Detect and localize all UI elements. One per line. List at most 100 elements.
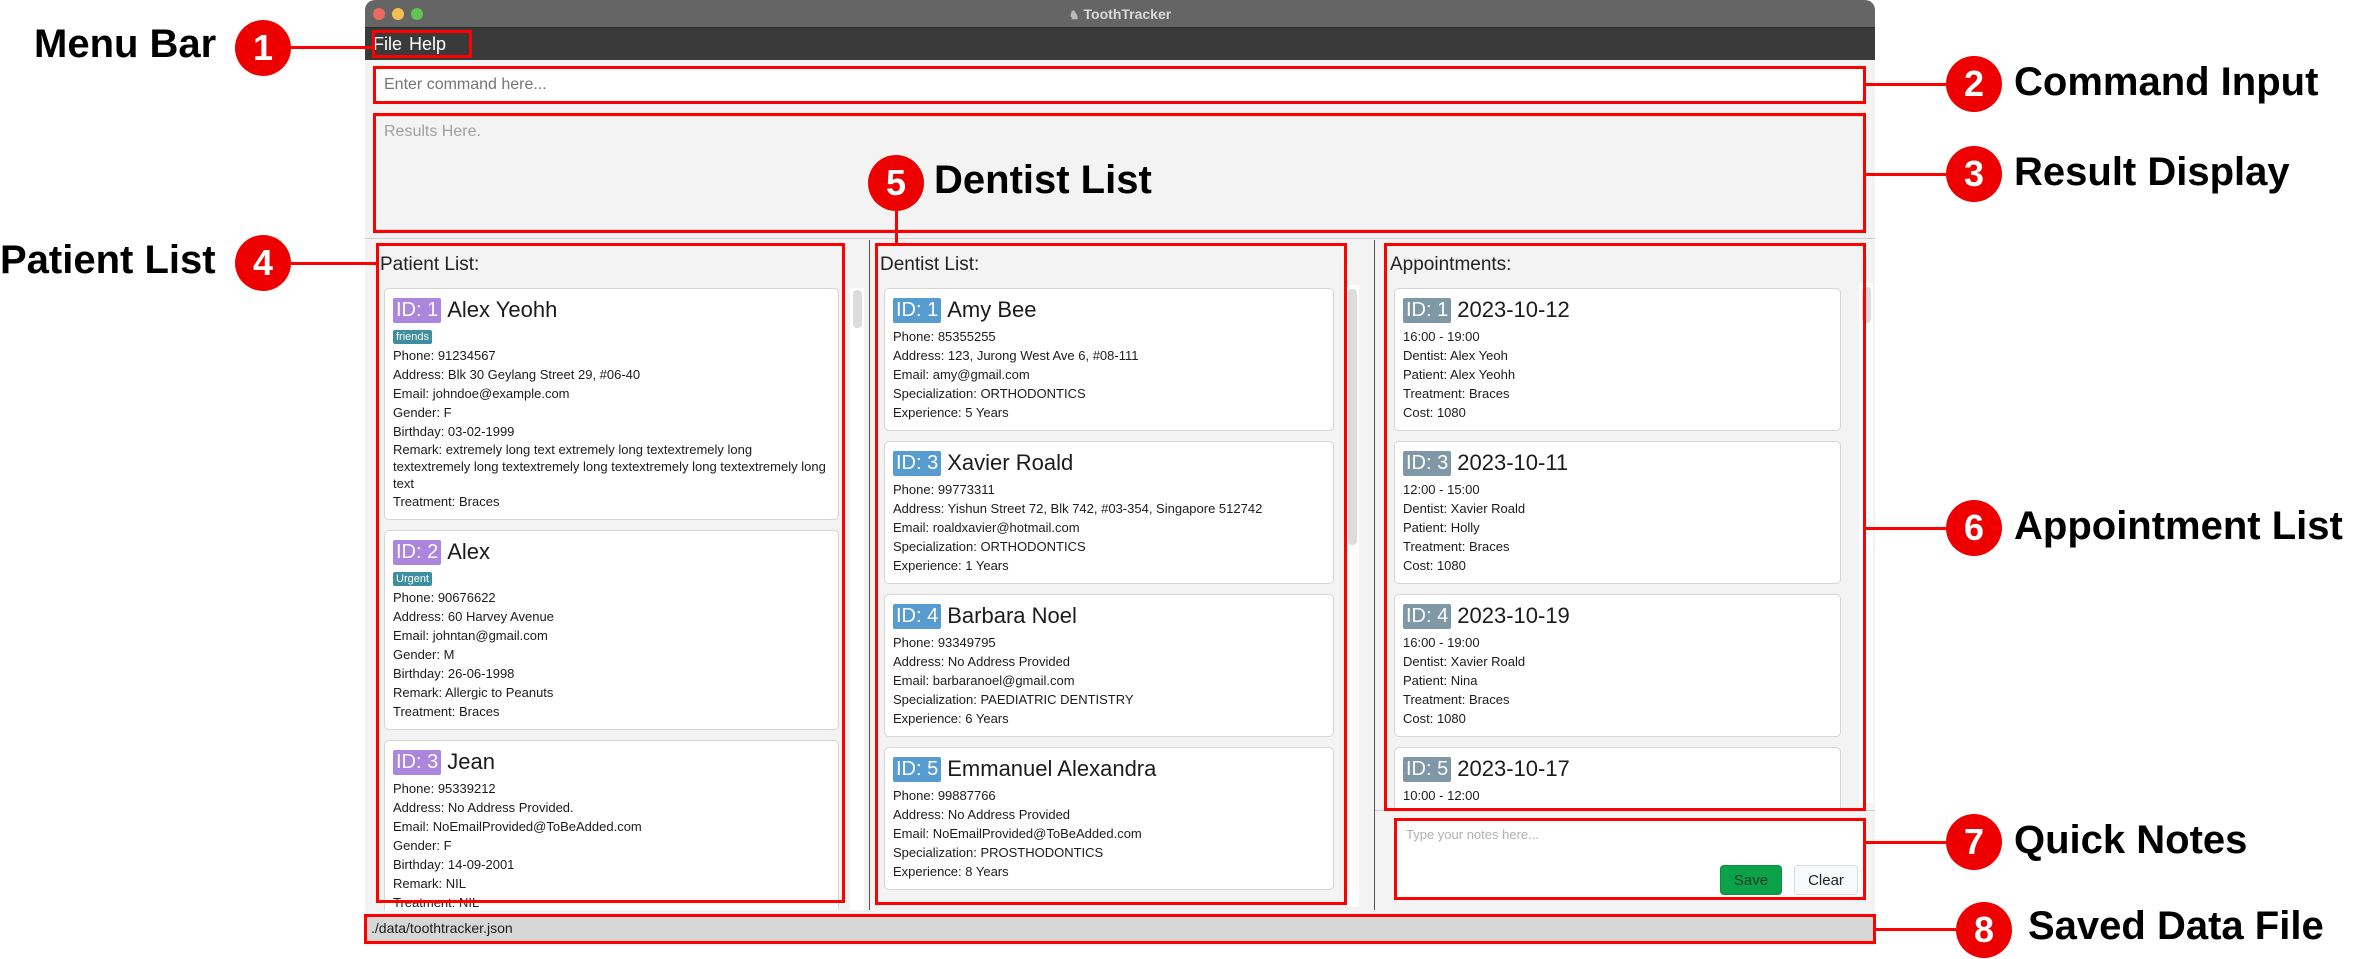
dentist-list-title: Dentist List:: [880, 254, 980, 275]
appointment-date: 2023-10-12: [1457, 297, 1570, 322]
dentist-phone: Phone: 93349795: [893, 635, 996, 650]
annotation-marker-2: 2: [1946, 56, 2002, 112]
patient-treatment: Treatment: Braces: [393, 494, 500, 509]
patient-phone: Phone: 91234567: [393, 348, 496, 363]
appointment-list-scrollbar[interactable]: [1859, 283, 1873, 803]
appointment-date: 2023-10-11: [1457, 450, 1569, 475]
annotation-label-command-input: Command Input: [2014, 60, 2319, 104]
appointment-dentist: Dentist: Xavier Roald: [1403, 501, 1526, 516]
annotation-marker-1: 1: [235, 20, 291, 76]
panel-separator: [869, 240, 870, 910]
notes-textarea[interactable]: [1396, 821, 1864, 865]
annotation-label-dentist-list: Dentist List: [934, 158, 1152, 202]
appointment-treatment: Treatment: Braces: [1403, 386, 1510, 401]
annotation-marker-5: 5: [868, 155, 924, 211]
patient-id-badge: ID: 1: [393, 297, 442, 323]
patient-list-title: Patient List:: [380, 254, 480, 275]
appointment-patient: Patient: Nina: [1403, 673, 1478, 688]
appointment-treatment: Treatment: Braces: [1403, 692, 1510, 707]
annotation-connector: [290, 262, 378, 265]
patient-tag: Urgent: [393, 572, 433, 586]
app-window: ♞ToothTracker File Help Results Here. Pa…: [365, 0, 1875, 946]
appointment-card[interactable]: ID: 3 2023-10-11 12:00 - 15:00 Dentist: X…: [1394, 441, 1841, 584]
patient-id-badge: ID: 2: [393, 539, 442, 565]
result-placeholder: Results Here.: [384, 123, 481, 140]
appointment-card[interactable]: ID: 4 2023-10-19 16:00 - 19:00 Dentist: X…: [1394, 594, 1841, 737]
menu-file[interactable]: File: [373, 34, 402, 55]
patient-list-panel: Patient List: ID: 1 Alex Yeohh friends Ph…: [376, 244, 843, 910]
patient-card[interactable]: ID: 1 Alex Yeohh friends Phone: 91234567 …: [384, 288, 839, 520]
appointment-card[interactable]: ID: 1 2023-10-12 16:00 - 19:00 Dentist: A…: [1394, 288, 1841, 431]
patient-treatment: Treatment: Braces: [393, 704, 500, 719]
notes-divider: [1375, 810, 1875, 811]
patient-list-scrollbar[interactable]: [850, 288, 864, 910]
dentist-card[interactable]: ID: 3 Xavier Roald Phone: 99773311 Addres…: [884, 441, 1334, 584]
dentist-name: Barbara Noel: [947, 603, 1077, 628]
dentist-email: Email: roaldxavier@hotmail.com: [893, 520, 1080, 535]
menu-help[interactable]: Help: [409, 34, 446, 55]
window-title: ♞ ToothTracker: [1068, 6, 1172, 22]
dentist-card[interactable]: ID: 1 Amy Bee Phone: 85355255 Address: 12…: [884, 288, 1334, 431]
patient-gender: Gender: F: [393, 838, 452, 853]
dentist-name: Xavier Roald: [947, 450, 1074, 475]
appointment-cost: Cost: 1080: [1403, 405, 1466, 420]
patient-scroll-thumb[interactable]: [853, 290, 862, 328]
appointment-cost: Cost: 1080: [1403, 711, 1466, 726]
patient-card[interactable]: ID: 2 Alex Urgent Phone: 90676622 Address…: [384, 530, 839, 730]
patient-email: Email: johntan@gmail.com: [393, 628, 548, 643]
appointment-id-badge: ID: 3: [1403, 450, 1452, 476]
dentist-name: Amy Bee: [947, 297, 1037, 322]
dentist-phone: Phone: 99887766: [893, 788, 996, 803]
appointment-dentist: Dentist: Xavier Roald: [1403, 654, 1526, 669]
annotation-connector: [1866, 841, 1946, 844]
dentist-address: Address: No Address Provided: [893, 807, 1071, 822]
appointment-date: 2023-10-17: [1457, 756, 1570, 781]
patient-birthday: Birthday: 14-09-2001: [393, 857, 515, 872]
patient-name: Jean: [447, 749, 495, 774]
patient-name: Alex: [447, 539, 491, 564]
dentist-card[interactable]: ID: 5 Emmanuel Alexandra Phone: 99887766 …: [884, 747, 1334, 890]
patient-gender: Gender: F: [393, 405, 452, 420]
annotation-connector: [290, 46, 372, 49]
dentist-phone: Phone: 85355255: [893, 329, 996, 344]
annotation-marker-7: 7: [1946, 814, 2002, 870]
annotation-connector: [1876, 928, 1956, 931]
save-button[interactable]: Save: [1720, 865, 1782, 895]
dentist-scroll-thumb[interactable]: [1348, 289, 1357, 545]
clear-button[interactable]: Clear: [1794, 865, 1858, 895]
patient-remark: Remark: extremely long text extremely lo…: [393, 442, 826, 491]
annotation-connector: [1866, 83, 1946, 86]
dentist-id-badge: ID: 5: [893, 756, 942, 782]
dentist-experience: Experience: 5 Years: [893, 405, 1009, 420]
patient-address: Address: 60 Harvey Avenue: [393, 609, 554, 624]
patient-remark: Remark: NIL: [393, 876, 466, 891]
patient-tag: friends: [393, 330, 433, 344]
appointment-id-badge: ID: 1: [1403, 297, 1452, 323]
dentist-id-badge: ID: 3: [893, 450, 942, 476]
patient-card[interactable]: ID: 3 Jean Phone: 95339212 Address: No Ad…: [384, 740, 839, 910]
annotation-label-saved-data-file: Saved Data File: [2028, 904, 2324, 948]
appointment-card[interactable]: ID: 5 2023-10-17 10:00 - 12:00: [1394, 747, 1841, 810]
appointment-cost: Cost: 1080: [1403, 558, 1466, 573]
dentist-card[interactable]: ID: 4 Barbara Noel Phone: 93349795 Addres…: [884, 594, 1334, 737]
patient-treatment: Treatment: NIL: [393, 895, 480, 910]
appointment-time: 10:00 - 12:00: [1403, 788, 1480, 803]
annotation-label-appointment-list: Appointment List: [2014, 504, 2343, 548]
appointment-scroll-thumb[interactable]: [1862, 287, 1871, 323]
dentist-email: Email: amy@gmail.com: [893, 367, 1030, 382]
appointment-time: 16:00 - 19:00: [1403, 329, 1480, 344]
dentist-list-panel: Dentist List: ID: 1 Amy Bee Phone: 853552…: [876, 244, 1348, 910]
patient-birthday: Birthday: 26-06-1998: [393, 666, 515, 681]
annotation-connector: [1866, 527, 1946, 530]
command-input[interactable]: [375, 68, 1865, 102]
dentist-specialization: Specialization: PROSTHODONTICS: [893, 845, 1104, 860]
dentist-experience: Experience: 8 Years: [893, 864, 1009, 879]
annotation-connector: [895, 210, 898, 243]
appointment-time: 12:00 - 15:00: [1403, 482, 1480, 497]
dentist-list-scrollbar[interactable]: [1345, 285, 1359, 907]
dentist-id-badge: ID: 4: [893, 603, 942, 629]
annotation-label-patient-list: Patient List: [0, 238, 216, 282]
dentist-specialization: Specialization: PAEDIATRIC DENTISTRY: [893, 692, 1134, 707]
patient-phone: Phone: 95339212: [393, 781, 496, 796]
patient-email: Email: NoEmailProvided@ToBeAdded.com: [393, 819, 642, 834]
